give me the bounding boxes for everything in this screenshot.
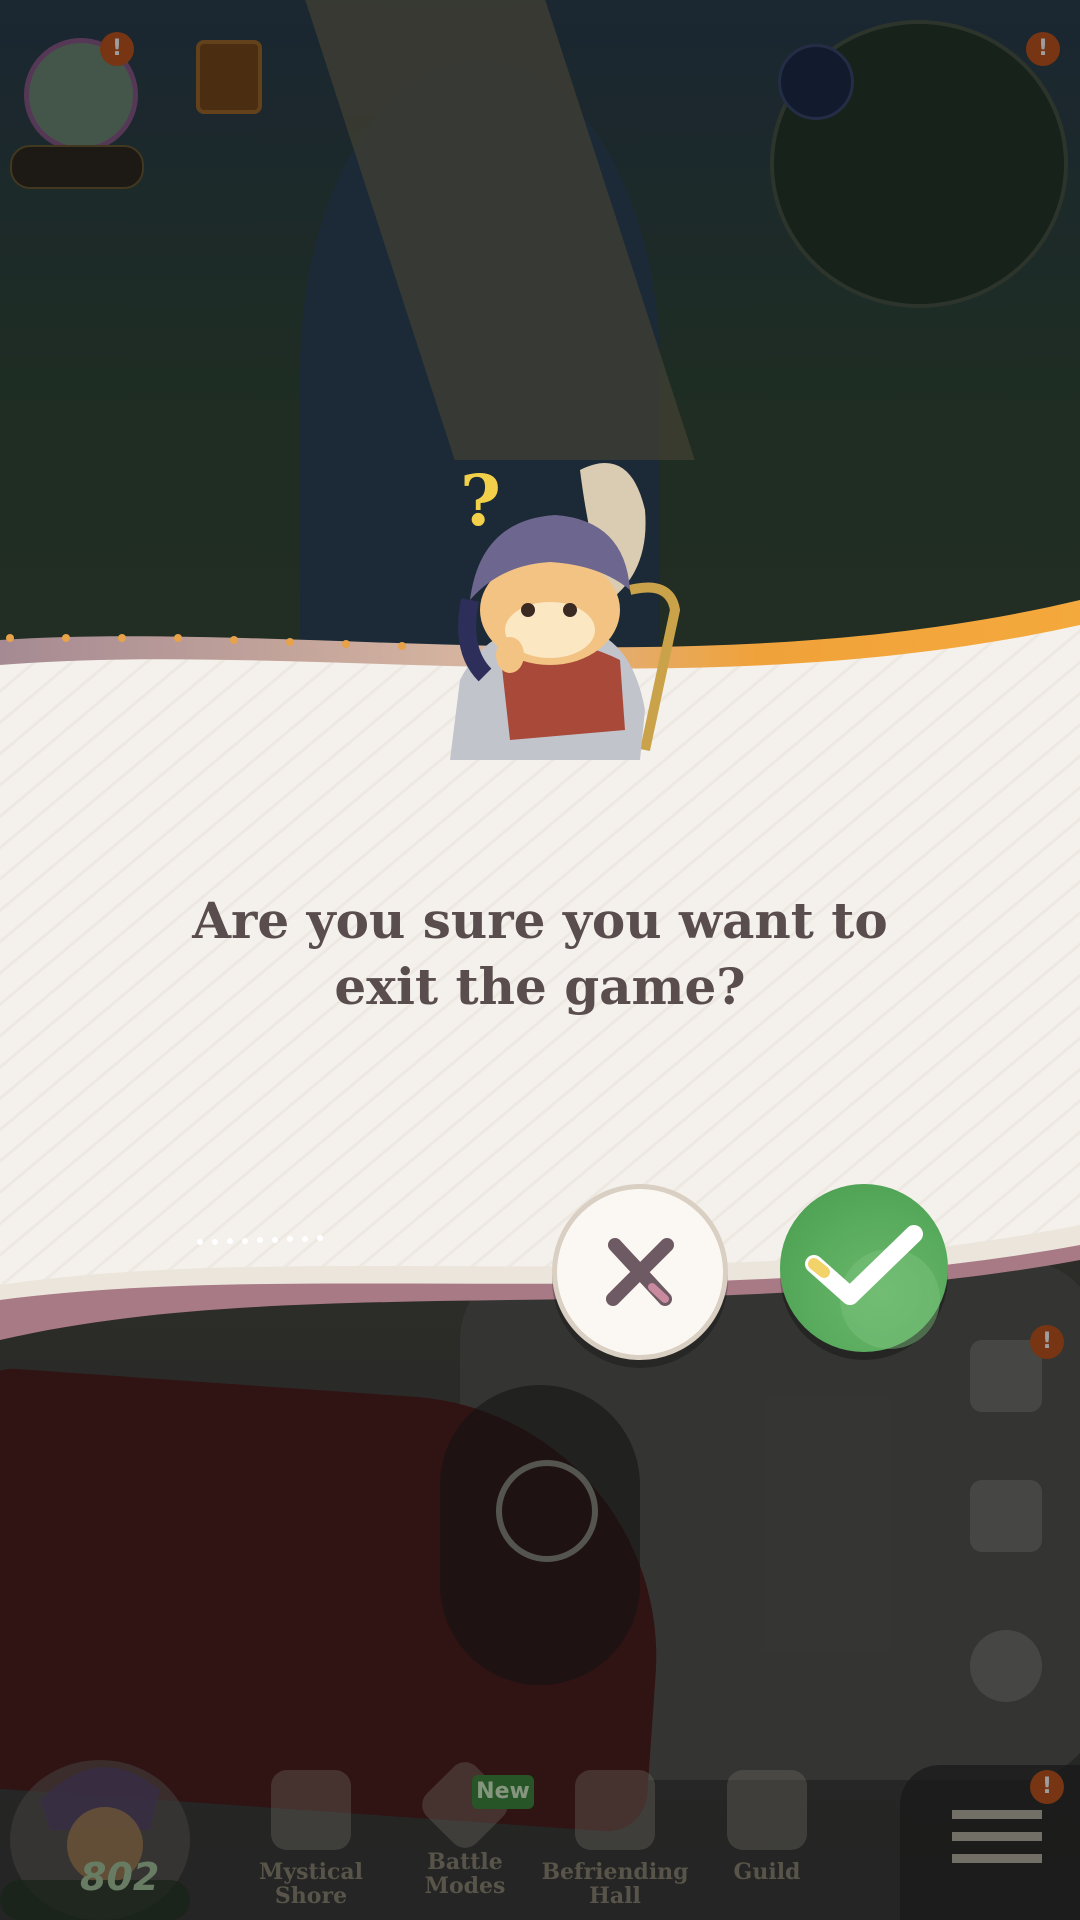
check-icon: [805, 1225, 940, 1349]
cancel-button[interactable]: [552, 1184, 728, 1360]
close-icon: [606, 1238, 674, 1306]
svg-text:?: ?: [460, 459, 501, 542]
dialog-message: Are you sure you want to exit the game?: [192, 891, 888, 1016]
exit-confirmation-dialog: ? Are you sure you want to exit the game…: [0, 0, 1080, 1920]
confirm-button[interactable]: [780, 1184, 948, 1352]
thinking-mascot-illustration: ?: [430, 450, 690, 770]
